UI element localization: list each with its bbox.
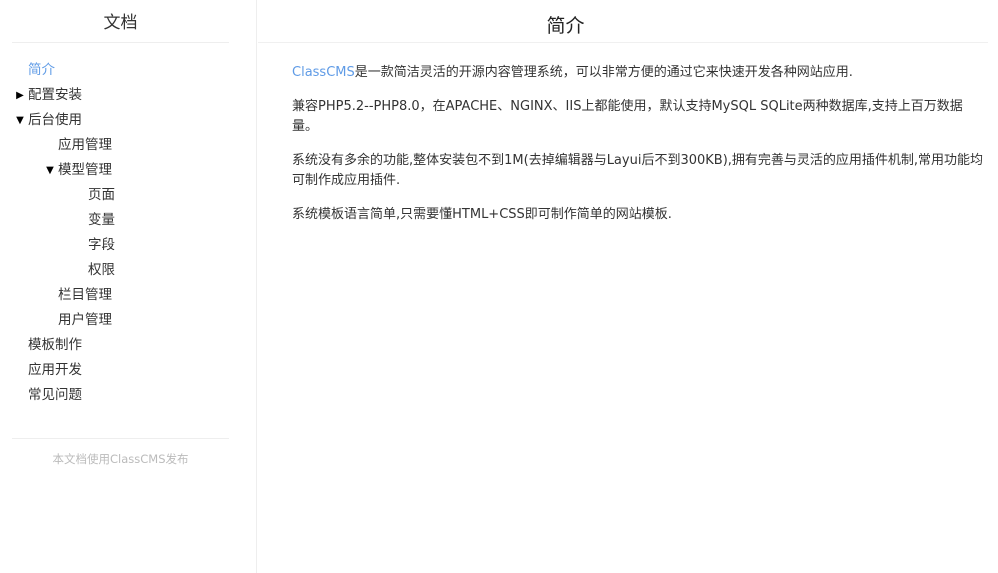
sidebar-item-label: 配置安装 <box>28 87 82 103</box>
sidebar-item-label: 应用管理 <box>58 137 112 153</box>
sidebar-item-permission[interactable]: 权限 <box>0 258 257 283</box>
classcms-link[interactable]: ClassCMS <box>292 65 355 80</box>
sidebar-item-label: 简介 <box>28 62 55 78</box>
sidebar-item-model-management[interactable]: ▼ 模型管理 <box>0 158 257 183</box>
sidebar-item-user-management[interactable]: 用户管理 <box>0 308 257 333</box>
sidebar-item-label: 模板制作 <box>28 337 82 353</box>
sidebar-item-label: 页面 <box>88 187 115 203</box>
sidebar-divider-bottom <box>12 438 229 439</box>
sidebar-item-admin-usage[interactable]: ▼ 后台使用 <box>0 108 257 133</box>
sidebar-item-label: 用户管理 <box>58 312 112 328</box>
sidebar-item-variable[interactable]: 变量 <box>0 208 257 233</box>
sidebar-item-app-management[interactable]: 应用管理 <box>0 133 257 158</box>
sidebar: 文档 简介 ▶ 配置安装 ▼ 后台使用 应用管理 ▼ 模型管理 页面 变量 字段… <box>0 0 257 573</box>
sidebar-item-field[interactable]: 字段 <box>0 233 257 258</box>
sidebar-item-page[interactable]: 页面 <box>0 183 257 208</box>
sidebar-item-faq[interactable]: 常见问题 <box>0 383 257 408</box>
sidebar-item-template[interactable]: 模板制作 <box>0 333 257 358</box>
caret-down-icon[interactable]: ▼ <box>45 158 55 183</box>
caret-right-icon[interactable]: ▶ <box>15 83 25 108</box>
main-content: 简介 ClassCMS是一款简洁灵活的开源内容管理系统，可以非常方便的通过它来快… <box>258 0 998 573</box>
sidebar-item-label: 权限 <box>88 262 115 278</box>
article-body: ClassCMS是一款简洁灵活的开源内容管理系统，可以非常方便的通过它来快速开发… <box>292 63 984 239</box>
sidebar-footer: 本文档使用ClassCMS发布 <box>52 452 189 466</box>
sidebar-item-label: 字段 <box>88 237 115 253</box>
paragraph-features: 系统没有多余的功能,整体安装包不到1M(去掉编辑器与Layui后不到300KB)… <box>292 153 984 188</box>
sidebar-item-label: 模型管理 <box>58 162 112 178</box>
paragraph-intro-text: 是一款简洁灵活的开源内容管理系统，可以非常方便的通过它来快速开发各种网站应用. <box>354 65 853 80</box>
sidebar-nav: 简介 ▶ 配置安装 ▼ 后台使用 应用管理 ▼ 模型管理 页面 变量 字段 权限… <box>0 58 257 408</box>
paragraph-intro: ClassCMS是一款简洁灵活的开源内容管理系统，可以非常方便的通过它来快速开发… <box>292 63 984 83</box>
sidebar-item-label: 变量 <box>88 212 115 228</box>
title-divider <box>258 42 988 43</box>
sidebar-item-column-management[interactable]: 栏目管理 <box>0 283 257 308</box>
sidebar-item-intro[interactable]: 简介 <box>0 58 257 83</box>
page-title: 简介 <box>546 15 585 37</box>
caret-down-icon[interactable]: ▼ <box>15 108 25 133</box>
sidebar-item-install[interactable]: ▶ 配置安装 <box>0 83 257 108</box>
paragraph-template: 系统模板语言简单,只需要懂HTML+CSS即可制作简单的网站模板. <box>292 207 672 222</box>
sidebar-item-app-dev[interactable]: 应用开发 <box>0 358 257 383</box>
sidebar-item-label: 栏目管理 <box>58 287 112 303</box>
sidebar-item-label: 应用开发 <box>28 362 82 378</box>
paragraph-compatibility: 兼容PHP5.2--PHP8.0，在APACHE、NGINX、IIS上都能使用，… <box>292 99 963 134</box>
sidebar-title: 文档 <box>103 13 138 33</box>
sidebar-item-label: 常见问题 <box>28 387 82 403</box>
docs-layout: 文档 简介 ▶ 配置安装 ▼ 后台使用 应用管理 ▼ 模型管理 页面 变量 字段… <box>0 0 998 573</box>
sidebar-divider-top <box>12 42 229 43</box>
sidebar-item-label: 后台使用 <box>28 112 82 128</box>
